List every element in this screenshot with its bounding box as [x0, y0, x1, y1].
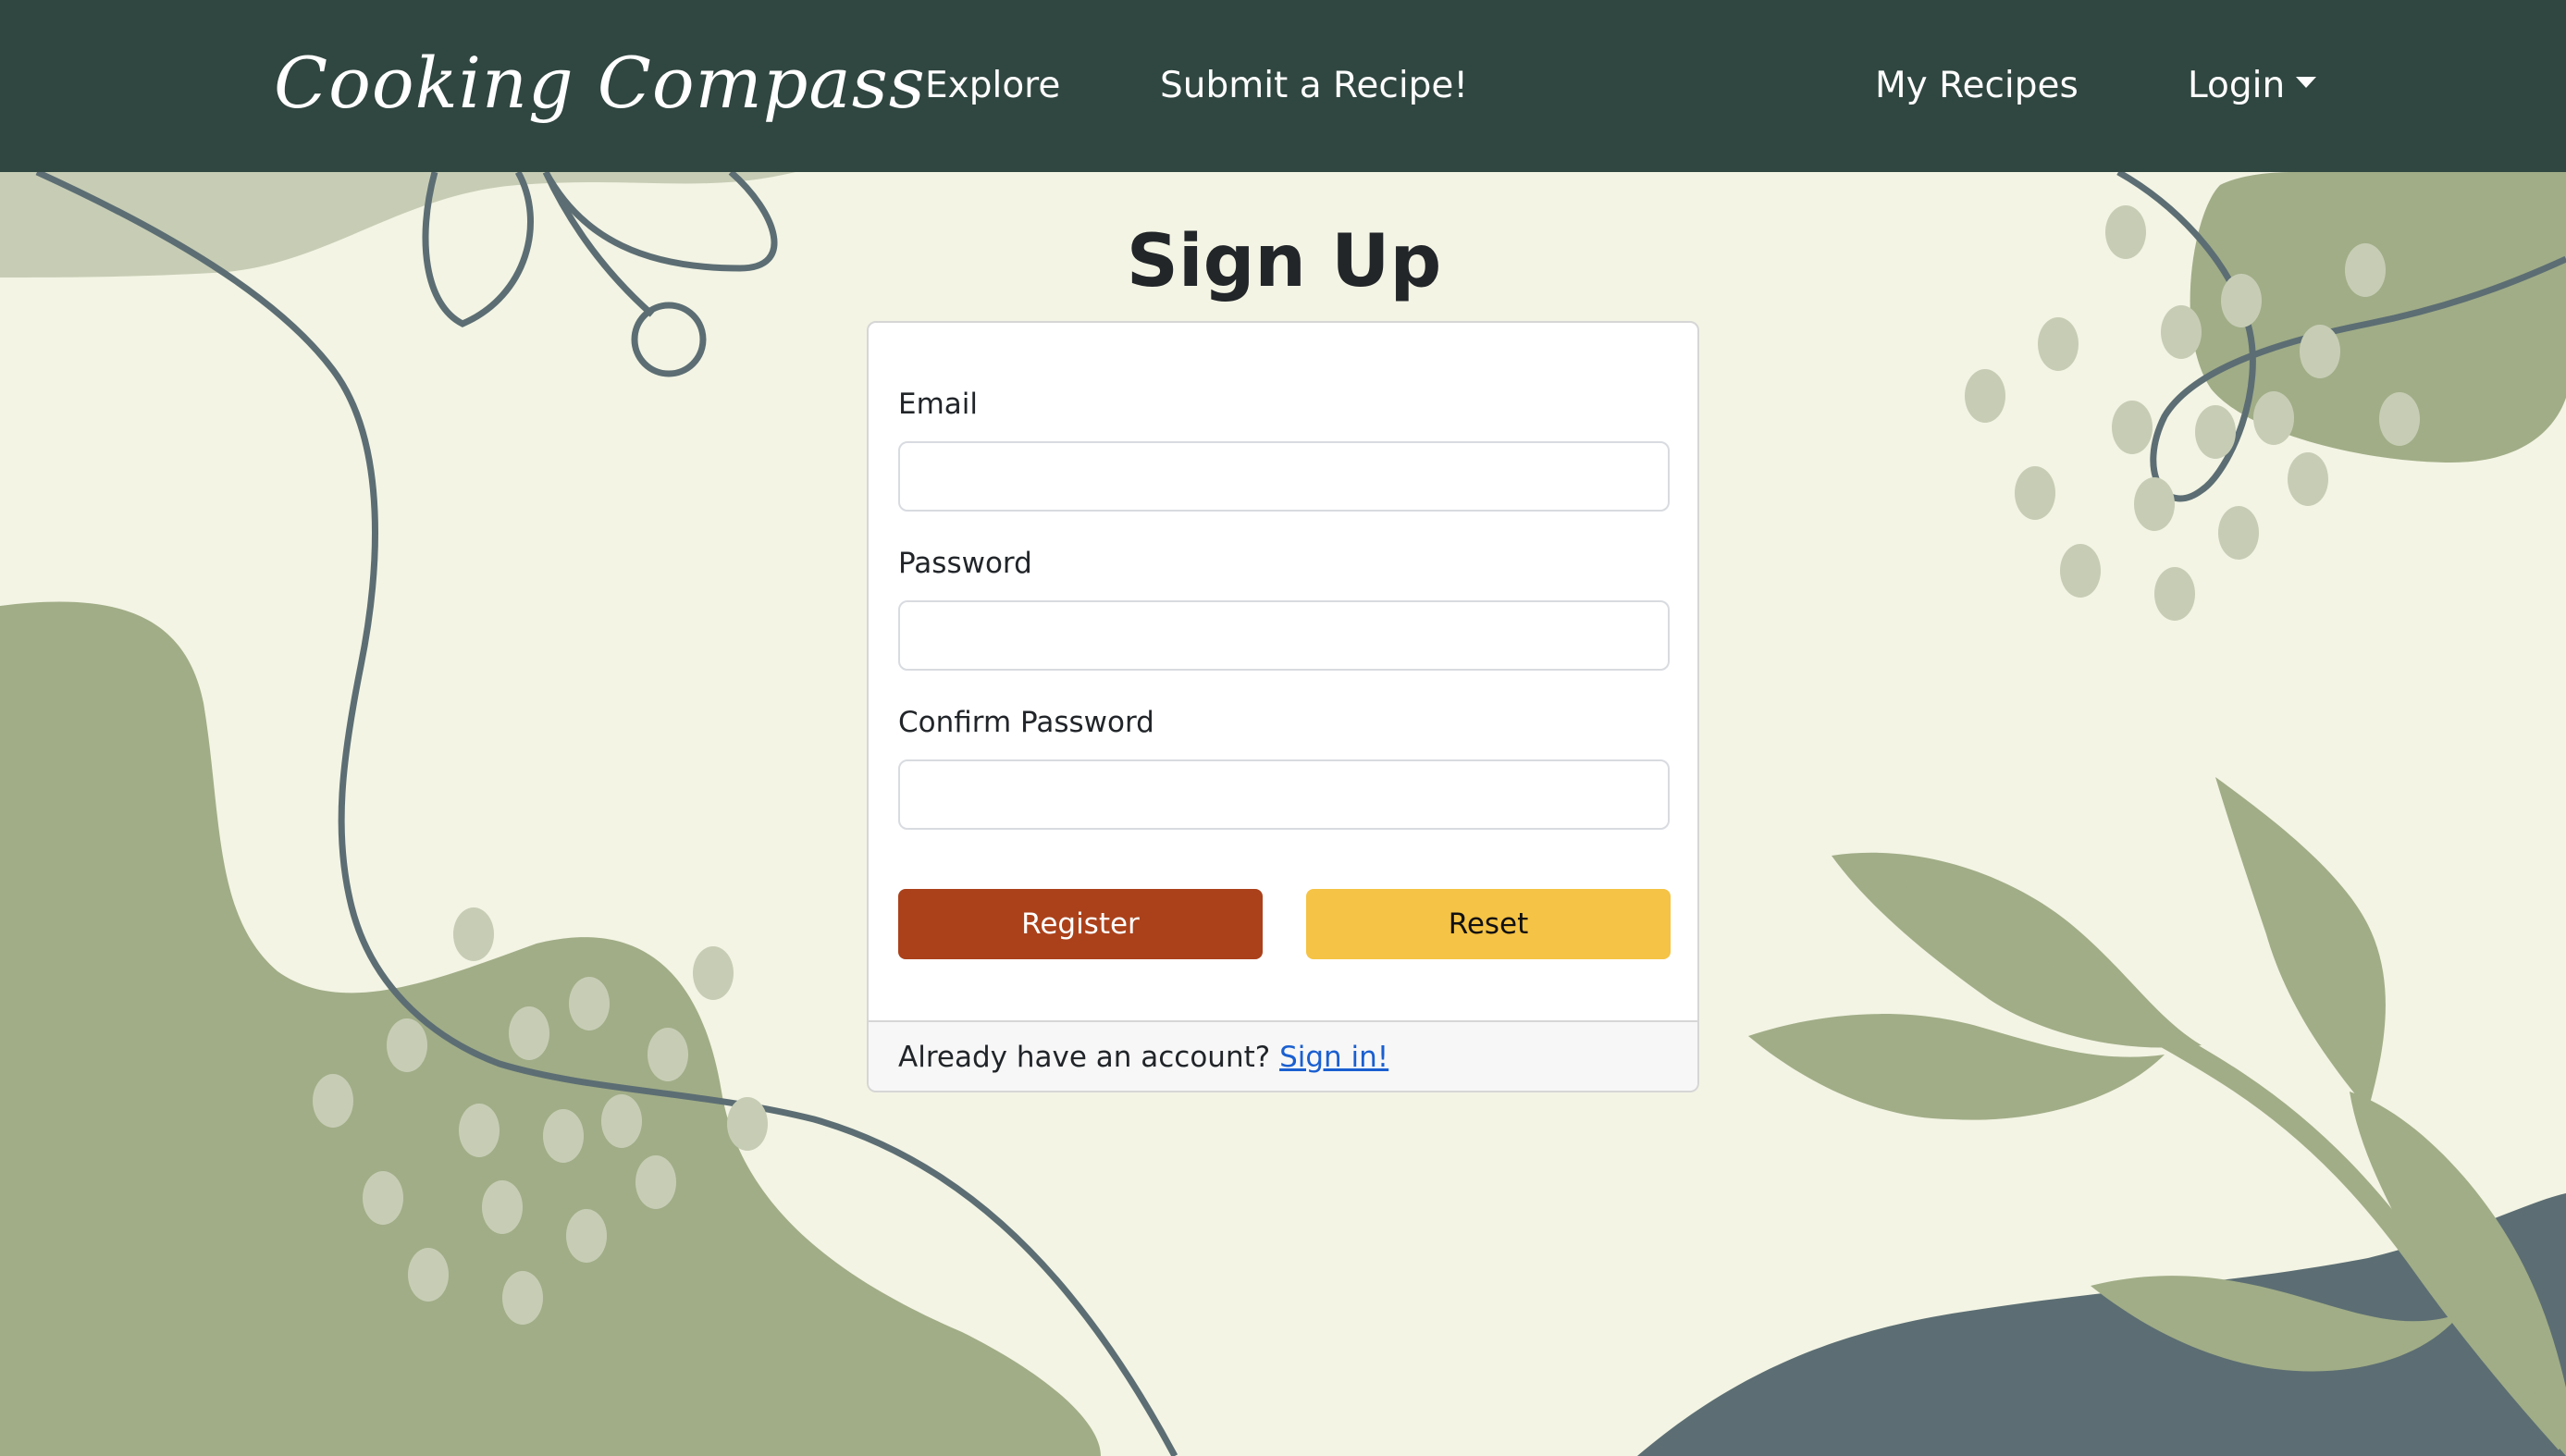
password-label: Password: [898, 547, 1032, 580]
reset-button[interactable]: Reset: [1306, 889, 1671, 959]
login-label: Login: [2188, 65, 2286, 106]
page-title: Sign Up: [1126, 220, 1442, 303]
sign-in-link[interactable]: Sign in!: [1279, 1041, 1388, 1074]
confirm-password-field[interactable]: [898, 759, 1670, 830]
nav-explore-link[interactable]: Explore: [925, 54, 1060, 118]
signup-card: Email Password Confirm Password Register…: [867, 321, 1699, 1092]
brand-logo[interactable]: Cooking Compass: [274, 28, 926, 139]
card-footer: Already have an account? Sign in!: [869, 1020, 1697, 1091]
nav-submit-recipe-link[interactable]: Submit a Recipe!: [1160, 54, 1468, 118]
email-field[interactable]: [898, 441, 1670, 512]
top-navbar: Cooking Compass Explore Submit a Recipe!…: [0, 0, 2566, 172]
chevron-down-icon: [2296, 77, 2317, 88]
nav-my-recipes-link[interactable]: My Recipes: [1875, 54, 2079, 118]
password-field[interactable]: [898, 600, 1670, 671]
account-prompt: Already have an account?: [898, 1041, 1271, 1074]
confirm-password-label: Confirm Password: [898, 706, 1154, 739]
nav-login-dropdown[interactable]: Login: [2188, 54, 2317, 118]
register-button[interactable]: Register: [898, 889, 1263, 959]
email-label: Email: [898, 388, 979, 421]
